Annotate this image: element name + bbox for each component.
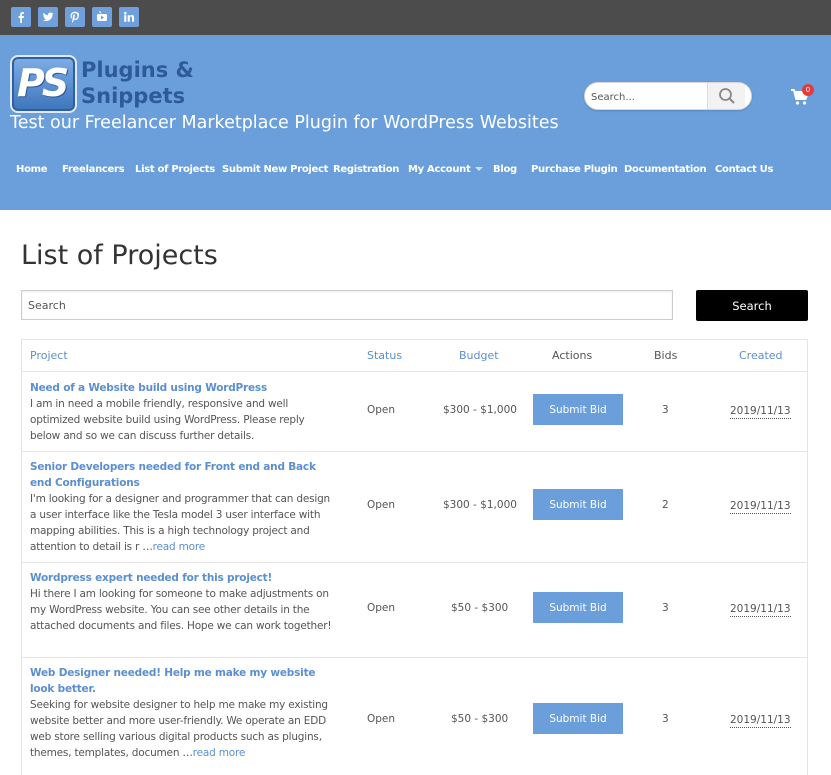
- site-header: PS Plugins & Snippets Test our Freelance…: [0, 35, 831, 210]
- nav-item-contact-us[interactable]: Contact Us: [715, 162, 773, 178]
- read-more-link[interactable]: read more: [153, 541, 206, 553]
- projects-table: Project Status Budget Actions Bids Creat…: [21, 339, 808, 775]
- project-created-date: 2019/11/13: [730, 500, 791, 514]
- project-budget: $50 - $300: [451, 602, 509, 614]
- project-title-link[interactable]: Web Designer needed! Help me make my web…: [30, 665, 340, 697]
- nav-item-freelancers[interactable]: Freelancers: [62, 162, 125, 178]
- project-title-link[interactable]: Senior Developers needed for Front end a…: [30, 459, 340, 491]
- project-description: Hi there I am looking for someone to mak…: [30, 586, 335, 634]
- main-nav: Home Freelancers List of Projects Submit…: [0, 162, 831, 182]
- project-search-input[interactable]: [21, 290, 673, 320]
- project-title-link[interactable]: Wordpress expert needed for this project…: [30, 570, 340, 586]
- nav-item-documentation[interactable]: Documentation: [624, 162, 707, 178]
- pinterest-icon[interactable]: [65, 7, 85, 27]
- project-budget: $300 - $1,000: [443, 404, 517, 416]
- nav-item-my-account-label: My Account: [408, 164, 471, 175]
- logo-line-2: Snippets: [81, 84, 186, 108]
- cart-count-badge: 0: [802, 84, 814, 96]
- project-created-date: 2019/11/13: [730, 405, 791, 419]
- nav-item-submit-new-project[interactable]: Submit New Project: [222, 162, 328, 178]
- read-more-link[interactable]: read more: [193, 747, 246, 759]
- table-row: Wordpress expert needed for this project…: [22, 563, 807, 658]
- nav-item-home[interactable]: Home: [16, 162, 48, 178]
- site-tagline: Test our Freelancer Marketplace Plugin f…: [10, 113, 559, 133]
- table-row: Senior Developers needed for Front end a…: [22, 452, 807, 563]
- project-status: Open: [367, 713, 396, 725]
- table-row: Need of a Website build using WordPress …: [22, 373, 807, 452]
- column-header-status[interactable]: Status: [367, 349, 402, 362]
- table-header: Project Status Budget Actions Bids Creat…: [22, 340, 807, 372]
- project-bids: 3: [662, 602, 669, 614]
- linkedin-icon[interactable]: [119, 7, 139, 27]
- column-header-bids: Bids: [654, 349, 678, 362]
- project-bids: 3: [662, 404, 669, 416]
- column-header-actions: Actions: [552, 349, 593, 362]
- chevron-down-icon: [475, 167, 484, 171]
- header-search-button[interactable]: [707, 83, 745, 109]
- search-icon: [718, 88, 735, 104]
- project-budget: $300 - $1,000: [443, 499, 517, 511]
- table-row: Web Designer needed! Help me make my web…: [22, 658, 807, 775]
- header-search-input[interactable]: [591, 88, 706, 106]
- logo-mark[interactable]: PS: [10, 55, 77, 113]
- project-description-text: I am in need a mobile friendly, responsi…: [30, 398, 305, 442]
- youtube-icon[interactable]: [92, 7, 112, 27]
- nav-item-blog[interactable]: Blog: [493, 162, 517, 178]
- header-search: [584, 82, 752, 110]
- project-created-date: 2019/11/13: [730, 714, 791, 728]
- nav-item-list-of-projects[interactable]: List of Projects: [135, 162, 215, 178]
- nav-item-my-account[interactable]: My Account: [408, 162, 484, 178]
- submit-bid-button[interactable]: Submit Bid: [533, 592, 623, 623]
- project-description: Seeking for website designer to help me …: [30, 697, 335, 761]
- project-description-text: Hi there I am looking for someone to mak…: [30, 588, 332, 632]
- column-header-created[interactable]: Created: [739, 349, 783, 362]
- submit-bid-button[interactable]: Submit Bid: [533, 489, 623, 520]
- project-title-link[interactable]: Need of a Website build using WordPress: [30, 380, 340, 396]
- project-created-date: 2019/11/13: [730, 603, 791, 617]
- project-status: Open: [367, 499, 396, 511]
- project-status: Open: [367, 404, 396, 416]
- twitter-icon[interactable]: [38, 7, 58, 27]
- logo-line-1: Plugins &: [81, 58, 194, 82]
- column-header-project[interactable]: Project: [30, 349, 68, 362]
- project-search-button[interactable]: Search: [696, 290, 808, 321]
- logo-text[interactable]: Plugins & Snippets: [81, 57, 194, 109]
- project-bids: 2: [662, 499, 669, 511]
- column-header-budget[interactable]: Budget: [459, 349, 499, 362]
- nav-item-registration[interactable]: Registration: [333, 162, 399, 178]
- page-title: List of Projects: [21, 240, 218, 271]
- project-description-text: Seeking for website designer to help me …: [30, 699, 328, 759]
- project-description: I am in need a mobile friendly, responsi…: [30, 396, 335, 444]
- project-budget: $50 - $300: [451, 713, 509, 725]
- social-bar: [0, 0, 831, 35]
- logo-mark-text: PS: [17, 61, 69, 105]
- nav-item-purchase-plugin[interactable]: Purchase Plugin: [531, 162, 618, 178]
- facebook-icon[interactable]: [11, 7, 31, 27]
- submit-bid-button[interactable]: Submit Bid: [533, 703, 623, 734]
- project-status: Open: [367, 602, 396, 614]
- project-description: I'm looking for a designer and programme…: [30, 491, 335, 555]
- project-bids: 3: [662, 713, 669, 725]
- submit-bid-button[interactable]: Submit Bid: [533, 394, 623, 425]
